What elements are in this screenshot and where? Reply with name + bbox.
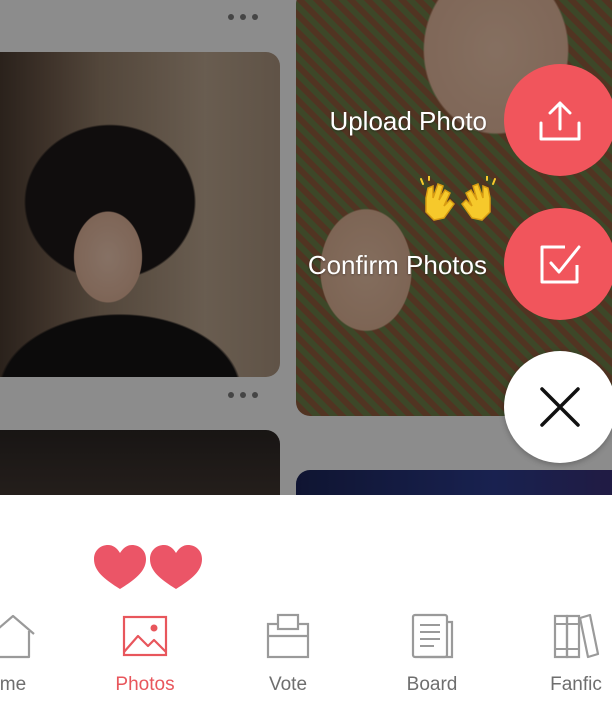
- nav-item-home[interactable]: me: [0, 612, 73, 696]
- two-hearts-icon: [94, 545, 202, 589]
- checkbox-icon: [540, 245, 581, 284]
- confirm-photos-label[interactable]: Confirm Photos: [308, 250, 487, 281]
- nav-label-fanfic: Fanfic: [550, 674, 602, 695]
- confirm-photos-button[interactable]: [504, 208, 612, 320]
- close-icon: [540, 387, 580, 427]
- nav-label-photos: Photos: [115, 674, 175, 695]
- upload-icon: [539, 101, 581, 141]
- nav-item-photos[interactable]: Photos: [85, 612, 205, 696]
- nav-item-vote[interactable]: Vote: [228, 612, 348, 696]
- nav-item-fanfic[interactable]: Fanfic: [516, 612, 612, 696]
- nav-item-board[interactable]: Board: [372, 612, 492, 696]
- raising-hands-icon: [420, 176, 496, 221]
- upload-photo-label[interactable]: Upload Photo: [329, 106, 487, 137]
- nav-label-vote: Vote: [268, 674, 308, 695]
- nav-label-home: me: [0, 674, 27, 695]
- photo-icon: [122, 615, 168, 657]
- nav-label-board: Board: [406, 674, 458, 695]
- books-icon: [553, 613, 600, 659]
- document-icon: [411, 613, 454, 659]
- home-icon: [0, 614, 35, 659]
- close-menu-button[interactable]: [504, 351, 612, 463]
- upload-photo-button[interactable]: [504, 64, 612, 176]
- ballot-box-icon: [266, 613, 310, 659]
